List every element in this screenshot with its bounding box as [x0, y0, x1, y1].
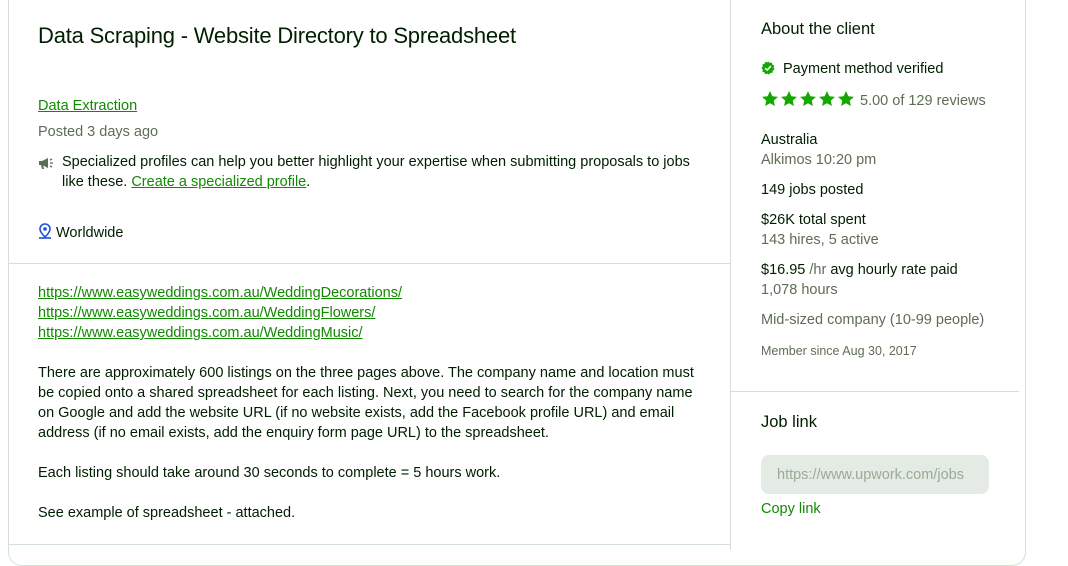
posted-time: Posted 3 days ago [38, 124, 159, 140]
verified-badge-icon [761, 61, 775, 79]
client-country: Australia [761, 132, 818, 148]
hours-billed: 1,078 hours [761, 282, 838, 298]
rate-value: $16.95 [761, 262, 806, 278]
star-icon [838, 91, 854, 107]
avg-hourly-rate: $16.95 /hr avg hourly rate paid [761, 262, 958, 278]
section-divider-bottom [9, 544, 730, 545]
description-paragraph: See example of spreadsheet - attached. [38, 505, 296, 521]
hires-count: 143 hires, 5 active [761, 232, 879, 248]
member-since: Member since Aug 30, 2017 [761, 344, 917, 358]
location-text: Worldwide [56, 225, 124, 241]
description-paragraph: Each listing should take around 30 secon… [38, 465, 501, 481]
description-link[interactable]: https://www.easyweddings.com.au/WeddingF… [38, 303, 708, 323]
job-link-field[interactable] [761, 455, 989, 494]
specialized-profile-notice: Specialized profiles can help you better… [38, 152, 708, 192]
rating-stars [761, 90, 856, 112]
star-icon [781, 91, 797, 107]
category-link[interactable]: Data Extraction [38, 98, 137, 114]
payment-verified-text: Payment method verified [783, 61, 944, 77]
client-local-time: Alkimos 10:20 pm [761, 152, 877, 168]
sidebar-divider [731, 391, 1019, 392]
client-rating: 5.00 of 129 reviews [761, 90, 986, 112]
description-paragraph: There are approximately 600 listings on … [38, 365, 694, 441]
description-link[interactable]: https://www.easyweddings.com.au/WeddingD… [38, 283, 708, 303]
total-spent: $26K total spent [761, 212, 866, 228]
rating-text: 5.00 of 129 reviews [860, 93, 986, 109]
about-client-heading: About the client [761, 20, 875, 38]
column-divider [730, 0, 731, 550]
section-divider [9, 263, 730, 264]
rate-unit: /hr [805, 262, 827, 278]
copy-link-button[interactable]: Copy link [761, 501, 821, 517]
company-size: Mid-sized company (10-99 people) [761, 312, 985, 328]
star-icon [819, 91, 835, 107]
payment-verified: Payment method verified [761, 61, 943, 79]
location: Worldwide [38, 223, 123, 243]
location-pin-icon [38, 223, 52, 243]
description-link[interactable]: https://www.easyweddings.com.au/WeddingM… [38, 323, 708, 343]
megaphone-icon [38, 156, 54, 176]
job-link-heading: Job link [761, 413, 817, 431]
jobs-posted: 149 jobs posted [761, 182, 864, 198]
job-description: https://www.easyweddings.com.au/WeddingD… [38, 283, 708, 523]
job-title: Data Scraping - Website Directory to Spr… [38, 23, 516, 48]
star-icon [800, 91, 816, 107]
rate-label: avg hourly rate paid [826, 262, 958, 278]
star-icon [762, 91, 778, 107]
notice-end: . [306, 174, 311, 190]
create-specialized-profile-link[interactable]: Create a specialized profile [131, 174, 306, 190]
